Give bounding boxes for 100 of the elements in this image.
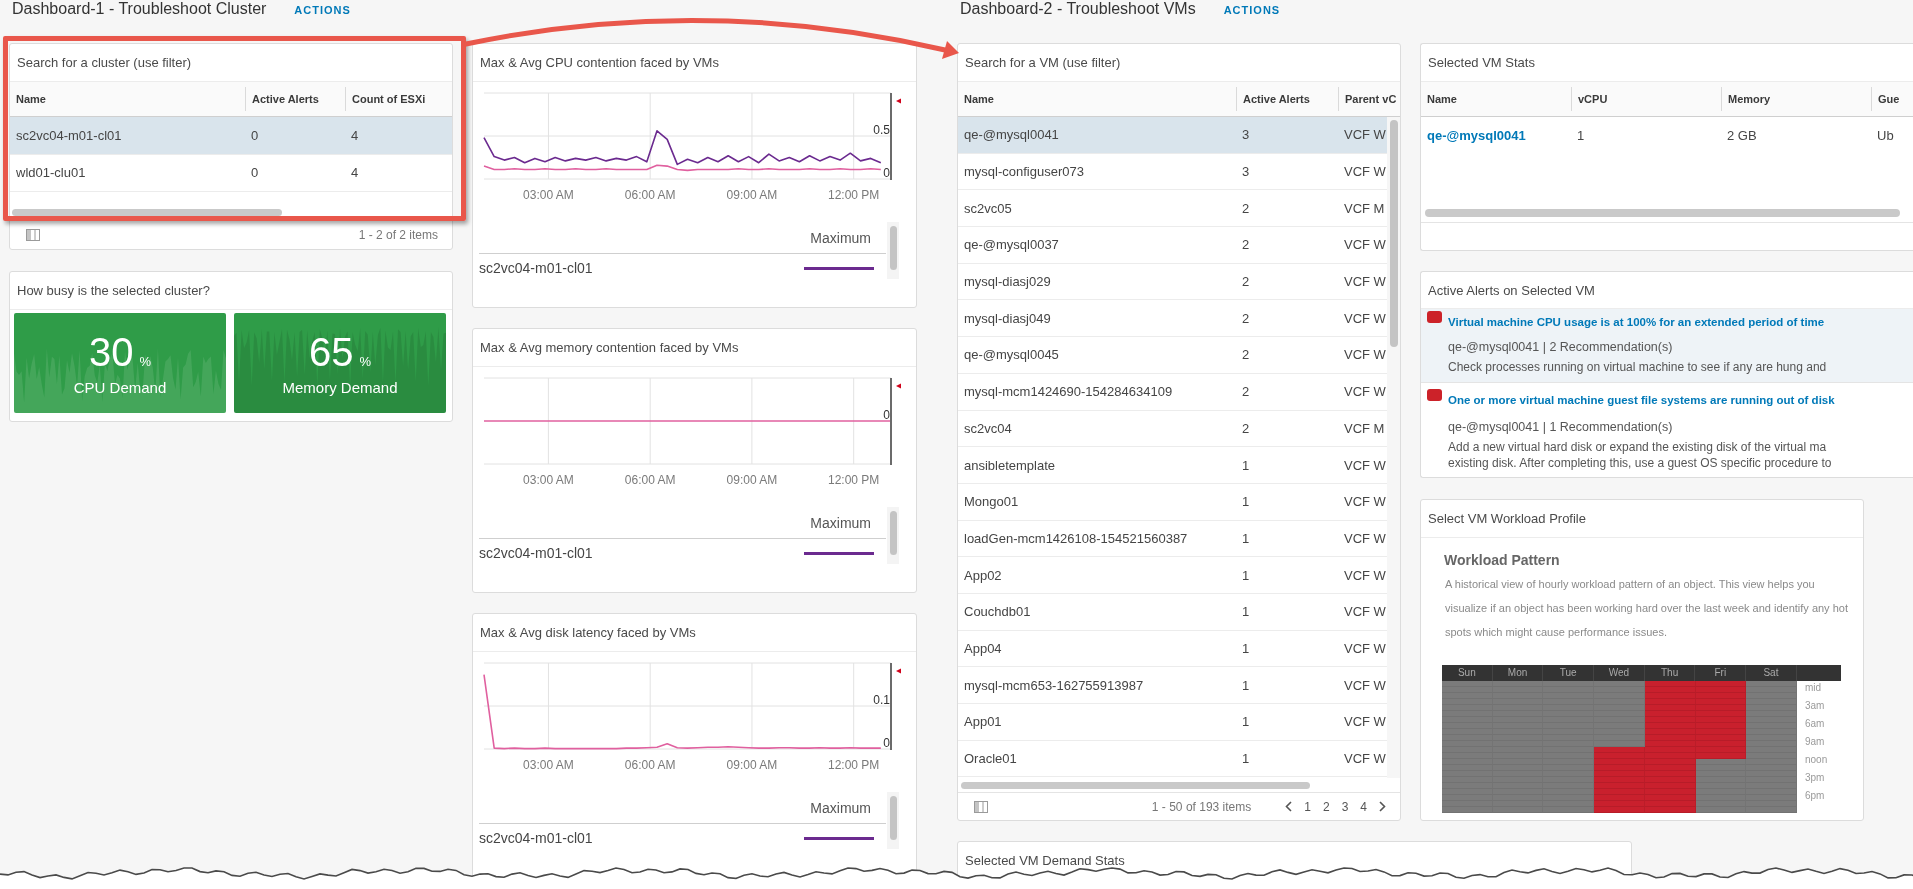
table-cell: mysql-diasj029 [964, 274, 1051, 290]
pagination-summary: 1 - 2 of 2 items [358, 227, 438, 242]
table-row[interactable]: App01 1 VCF W [958, 704, 1387, 741]
card-title: Max & Avg disk latency faced by VMs [480, 625, 696, 640]
table-row[interactable]: mysql-configuser073 3 VCF W [958, 153, 1387, 191]
chevron-left-icon[interactable] [1285, 801, 1293, 812]
scrollbar-thumb[interactable] [889, 796, 897, 840]
table-row[interactable]: qe-@mysql0045 2 VCF W [958, 337, 1387, 374]
description-text: A historical view of hourly workload pattern of an object. This view helps you visualize if an object has been working hard over the last week and identify any hot spots which might cause performance issues. [1445, 577, 1849, 640]
table-cell: 2 [1242, 347, 1250, 363]
table-row[interactable]: ansibletemplate 1 VCF W [958, 447, 1387, 484]
column-header: vCPU [1578, 93, 1608, 105]
triangle-icon [896, 383, 901, 389]
table-row[interactable]: qe-@mysql0037 2 VCF W [958, 227, 1387, 264]
metric-value: 65 [308, 332, 354, 372]
table-cell: 2 [1242, 200, 1250, 216]
card-title: How busy is the selected cluster? [17, 283, 210, 298]
triangle-icon [896, 668, 901, 674]
alert-square-icon [1427, 311, 1442, 323]
table-row[interactable]: wld01-clu01 0 4 [10, 154, 452, 192]
table-row[interactable]: Mongo01 1 VCF W [958, 483, 1387, 521]
page-link[interactable]: 4 [1360, 799, 1367, 814]
table-row[interactable]: sc2vc04-m01-cl01 0 4 [10, 117, 452, 155]
table-cell: sc2vc04-m01-cl01 [16, 127, 122, 143]
table-cell: VCF M [1344, 420, 1385, 436]
column-header: Parent vC [1345, 93, 1397, 105]
page-link[interactable]: 1 [1304, 799, 1311, 814]
day-label: Tue [1559, 666, 1577, 680]
table-cell: 2 GB [1727, 127, 1757, 143]
table-row[interactable]: loadGen-mcm1426108-154521560387 1 VCF W [958, 520, 1387, 558]
alert-link[interactable]: One or more virtual machine guest file systems are running out of disk [1448, 392, 1835, 408]
day-label: Mon [1507, 666, 1528, 680]
alert-meta: qe-@mysql0041 | 1 Recommendation(s) [1448, 419, 1673, 435]
alert-item[interactable]: Virtual machine CPU usage is at 100% for an extended period of time qe-@mysql0041 | 2 Recommendation(s) Check processes running on virtual machine to see if any are hung and [1421, 309, 1913, 383]
table-row[interactable]: App04 1 VCF W [958, 630, 1387, 668]
chevron-right-icon[interactable] [1379, 801, 1386, 812]
scrollbar[interactable] [887, 507, 899, 564]
page-link[interactable]: 3 [1341, 799, 1349, 814]
alert-link[interactable]: Virtual machine CPU usage is at 100% for an extended period of time [1448, 314, 1825, 330]
metric-unit: % [139, 353, 152, 371]
day-label: Fri [1714, 666, 1727, 680]
table-cell: sc2vc05 [964, 200, 1012, 216]
table-row[interactable]: qe-@mysql0041 3 VCF W [958, 117, 1387, 154]
x-tick-label: 09:00 AM [726, 758, 778, 772]
scrollbar-thumb[interactable] [961, 781, 1310, 789]
table-cell: 1 [1242, 640, 1250, 656]
table-cell: VCF W [1344, 677, 1386, 693]
table-cell: qe-@mysql0045 [964, 347, 1059, 363]
alert-meta: qe-@mysql0041 | 2 Recommendation(s) [1448, 339, 1673, 355]
x-tick-label: 09:00 AM [726, 473, 778, 487]
columns-icon[interactable] [26, 228, 40, 241]
metric-label: CPU Demand [73, 380, 167, 396]
table-cell: Ub [1877, 127, 1894, 143]
table-row[interactable]: Couchdb01 1 VCF W [958, 593, 1387, 631]
table-row[interactable]: App02 1 VCF W [958, 557, 1387, 594]
table-row[interactable]: mysql-diasj049 2 VCF W [958, 300, 1387, 338]
table-row[interactable]: sc2vc05 2 VCF M [958, 190, 1387, 228]
actions-link[interactable]: ACTIONS [294, 3, 351, 17]
table-row[interactable]: Oracle01 1 VCF W [958, 740, 1387, 778]
table-cell: 2 [1242, 274, 1250, 290]
legend-label: sc2vc04-m01-cl01 [479, 830, 593, 846]
table-row[interactable]: mysql-mcm1424690-154284634109 2 VCF W [958, 373, 1387, 411]
scrollbar[interactable] [887, 792, 899, 849]
scrollbar-thumb[interactable] [1389, 120, 1398, 347]
table-cell: ansibletemplate [964, 457, 1056, 473]
scrollbar[interactable] [1387, 117, 1400, 778]
table-cell: wld01-clu01 [16, 165, 86, 181]
columns-icon[interactable] [974, 800, 988, 813]
card-title: Selected VM Stats [1428, 55, 1535, 70]
y-tick-label: 0.5 [873, 123, 890, 137]
table-row[interactable]: sc2vc04 2 VCF M [958, 410, 1387, 448]
table-cell: 3 [1242, 127, 1250, 143]
table-cell: 0 [251, 165, 259, 181]
y-tick-label: 0.1 [873, 693, 890, 707]
scrollbar-thumb[interactable] [1425, 209, 1900, 217]
table-cell: VCF W [1344, 567, 1386, 583]
legend-label: sc2vc04-m01-cl01 [479, 260, 593, 276]
table-row[interactable]: mysql-diasj029 2 VCF W [958, 263, 1387, 301]
column-header: Active Alerts [1243, 93, 1310, 105]
page-link[interactable]: 2 [1322, 799, 1330, 814]
column-header: Name [1427, 93, 1457, 105]
table-cell: VCF W [1344, 347, 1386, 363]
table-cell: VCF W [1344, 310, 1386, 326]
vm-link[interactable]: qe-@mysql0041 [1427, 127, 1526, 143]
table-cell: mysql-configuser073 [964, 164, 1084, 180]
scrollbar-thumb[interactable] [889, 226, 897, 270]
table-cell: Mongo01 [964, 494, 1019, 510]
actions-link[interactable]: ACTIONS [1223, 3, 1281, 17]
table-row[interactable]: mysql-mcm653-162755913987 1 VCF W [958, 667, 1387, 704]
table-cell: 1 [1242, 714, 1250, 730]
scrollbar-thumb[interactable] [889, 511, 897, 555]
alert-description: Add a new virtual hard disk or expand the existing disk of the virtual ma existing disk. After completing this, use a guest OS specific procedure to [1448, 439, 1832, 471]
y-tick-label: 0 [883, 166, 890, 180]
column-header: Active Alerts [252, 93, 319, 105]
scrollbar[interactable] [887, 222, 899, 279]
scrollbar-thumb[interactable] [12, 209, 282, 216]
table-cell: 1 [1242, 567, 1250, 583]
table-cell: App01 [964, 714, 1002, 730]
hour-label: mid [1805, 681, 1822, 695]
x-tick-label: 12:00 PM [828, 758, 880, 772]
